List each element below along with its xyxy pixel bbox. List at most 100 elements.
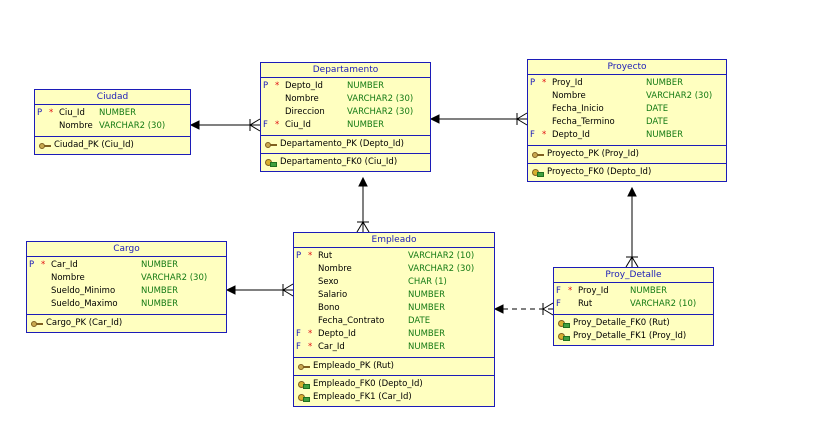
foreign-key-icon [298,380,310,389]
key-marker [296,276,308,289]
column-row[interactable]: P * Car_Id NUMBER [27,259,226,272]
column-row[interactable]: F * Proy_Id NUMBER [554,285,713,298]
required-marker [41,272,51,285]
column-row[interactable]: P * Proy_Id NUMBER [528,77,726,90]
key-marker: F [530,130,535,140]
column-type: NUMBER [408,342,446,352]
column-list: F * Proy_Id NUMBER F Rut VARCHAR2 (10) [554,283,713,315]
foreign-key-icon [558,332,570,341]
foreign-key-label: Proy_Detalle_FK0 (Rut) [573,318,670,328]
entity-proy-detalle[interactable]: Proy_Detalle F * Proy_Id NUMBER F Rut VARCHAR2 … [553,267,714,346]
primary-key-item[interactable]: Empleado_PK (Rut) [294,360,494,373]
foreign-key-item[interactable]: Departamento_FK0 (Ciu_Id) [261,156,430,169]
column-row[interactable]: Direccion VARCHAR2 (30) [261,106,430,119]
foreign-key-list: Empleado_FK0 (Depto_Id) Empleado_FK1 (Car… [294,376,494,406]
required-marker: * [542,78,547,88]
column-name: Proy_Id [578,286,609,296]
primary-key-icon [532,151,544,159]
key-marker [29,298,41,311]
entity-title: Empleado [294,233,494,248]
column-row[interactable]: Sexo CHAR (1) [294,276,494,289]
key-marker [29,285,41,298]
column-type: NUMBER [646,130,684,140]
column-row[interactable]: P * Ciu_Id NUMBER [35,107,190,120]
column-row[interactable]: F * Ciu_Id NUMBER [261,119,430,132]
key-marker: P [29,260,35,270]
column-name: Car_Id [318,342,345,352]
primary-key-list: Empleado_PK (Rut) [294,358,494,376]
rel-proyecto-departamento[interactable] [429,112,528,126]
required-marker: * [308,329,313,339]
column-row[interactable]: P * Depto_Id NUMBER [261,80,430,93]
primary-key-list: Proyecto_PK (Proy_Id) [528,146,726,164]
entity-proyecto[interactable]: Proyecto P * Proy_Id NUMBER Nombre VARCHAR2 (3… [527,59,727,182]
column-row[interactable]: Nombre VARCHAR2 (30) [528,90,726,103]
entity-departamento[interactable]: Departamento P * Depto_Id NUMBER Nombre VARCHA… [260,62,431,172]
required-marker: * [275,120,280,130]
key-marker [296,315,308,328]
column-type: VARCHAR2 (10) [630,299,697,309]
column-type: DATE [646,117,669,127]
column-type: NUMBER [408,329,446,339]
entity-ciudad[interactable]: Ciudad P * Ciu_Id NUMBER Nombre VARCHAR2 (30) C… [34,89,191,155]
column-row[interactable]: Fecha_Inicio DATE [528,103,726,116]
primary-key-item[interactable]: Cargo_PK (Car_Id) [27,317,226,330]
required-marker [308,302,318,315]
column-row[interactable]: Sueldo_Minimo NUMBER [27,285,226,298]
rel-proy-detalle-proyecto[interactable] [625,186,639,268]
entity-title: Departamento [261,63,430,78]
column-name: Fecha_Contrato [318,316,385,326]
foreign-key-item[interactable]: Proyecto_FK0 (Depto_Id) [528,166,726,179]
rel-empleado-cargo[interactable] [225,283,294,297]
column-type: NUMBER [408,290,446,300]
column-row[interactable]: Nombre VARCHAR2 (30) [294,263,494,276]
key-marker [296,263,308,276]
column-row[interactable]: F Rut VARCHAR2 (10) [554,298,713,311]
column-row[interactable]: Nombre VARCHAR2 (30) [261,93,430,106]
column-name: Bono [318,303,340,313]
column-row[interactable]: Nombre VARCHAR2 (30) [35,120,190,133]
column-type: DATE [408,316,431,326]
primary-key-item[interactable]: Proyecto_PK (Proy_Id) [528,148,726,161]
foreign-key-icon [298,393,310,402]
entity-title: Ciudad [35,90,190,105]
column-row[interactable]: F * Car_Id NUMBER [294,341,494,354]
column-row[interactable]: P * Rut VARCHAR2 (10) [294,250,494,263]
column-name: Salario [318,290,348,300]
column-row[interactable]: Fecha_Termino DATE [528,116,726,129]
foreign-key-label: Departamento_FK0 (Ciu_Id) [280,157,398,167]
key-marker: P [263,81,269,91]
foreign-key-item[interactable]: Proy_Detalle_FK0 (Rut) [554,317,713,330]
foreign-key-icon [532,168,544,177]
column-row[interactable]: Sueldo_Maximo NUMBER [27,298,226,311]
column-name: Proy_Id [552,78,583,88]
column-row[interactable]: Salario NUMBER [294,289,494,302]
column-name: Ciu_Id [285,120,311,130]
required-marker: * [49,108,54,118]
column-type: VARCHAR2 (30) [408,264,475,274]
primary-key-item[interactable]: Ciudad_PK (Ciu_Id) [35,139,190,152]
column-row[interactable]: Fecha_Contrato DATE [294,315,494,328]
foreign-key-item[interactable]: Proy_Detalle_FK1 (Proy_Id) [554,330,713,343]
column-row[interactable]: F * Depto_Id NUMBER [294,328,494,341]
rel-departamento-ciudad[interactable] [189,118,261,132]
required-marker [41,285,51,298]
foreign-key-item[interactable]: Empleado_FK1 (Car_Id) [294,391,494,404]
entity-empleado[interactable]: Empleado P * Rut VARCHAR2 (10) Nombre VARCHAR2… [293,232,495,407]
foreign-key-item[interactable]: Empleado_FK0 (Depto_Id) [294,378,494,391]
column-row[interactable]: Bono NUMBER [294,302,494,315]
rel-proy-detalle-empleado[interactable] [493,302,554,316]
column-name: Sueldo_Maximo [51,299,118,309]
key-marker: F [296,342,301,352]
key-marker [37,120,49,133]
key-marker: F [296,329,301,339]
foreign-key-label: Proy_Detalle_FK1 (Proy_Id) [573,331,687,341]
column-row[interactable]: F * Depto_Id NUMBER [528,129,726,142]
primary-key-item[interactable]: Departamento_PK (Depto_Id) [261,138,430,151]
required-marker [542,90,552,103]
column-row[interactable]: Nombre VARCHAR2 (30) [27,272,226,285]
primary-key-list: Ciudad_PK (Ciu_Id) [35,137,190,154]
rel-empleado-departamento[interactable] [356,176,370,233]
entity-cargo[interactable]: Cargo P * Car_Id NUMBER Nombre VARCHAR2 (30) Su… [26,241,227,333]
required-marker: * [308,251,313,261]
